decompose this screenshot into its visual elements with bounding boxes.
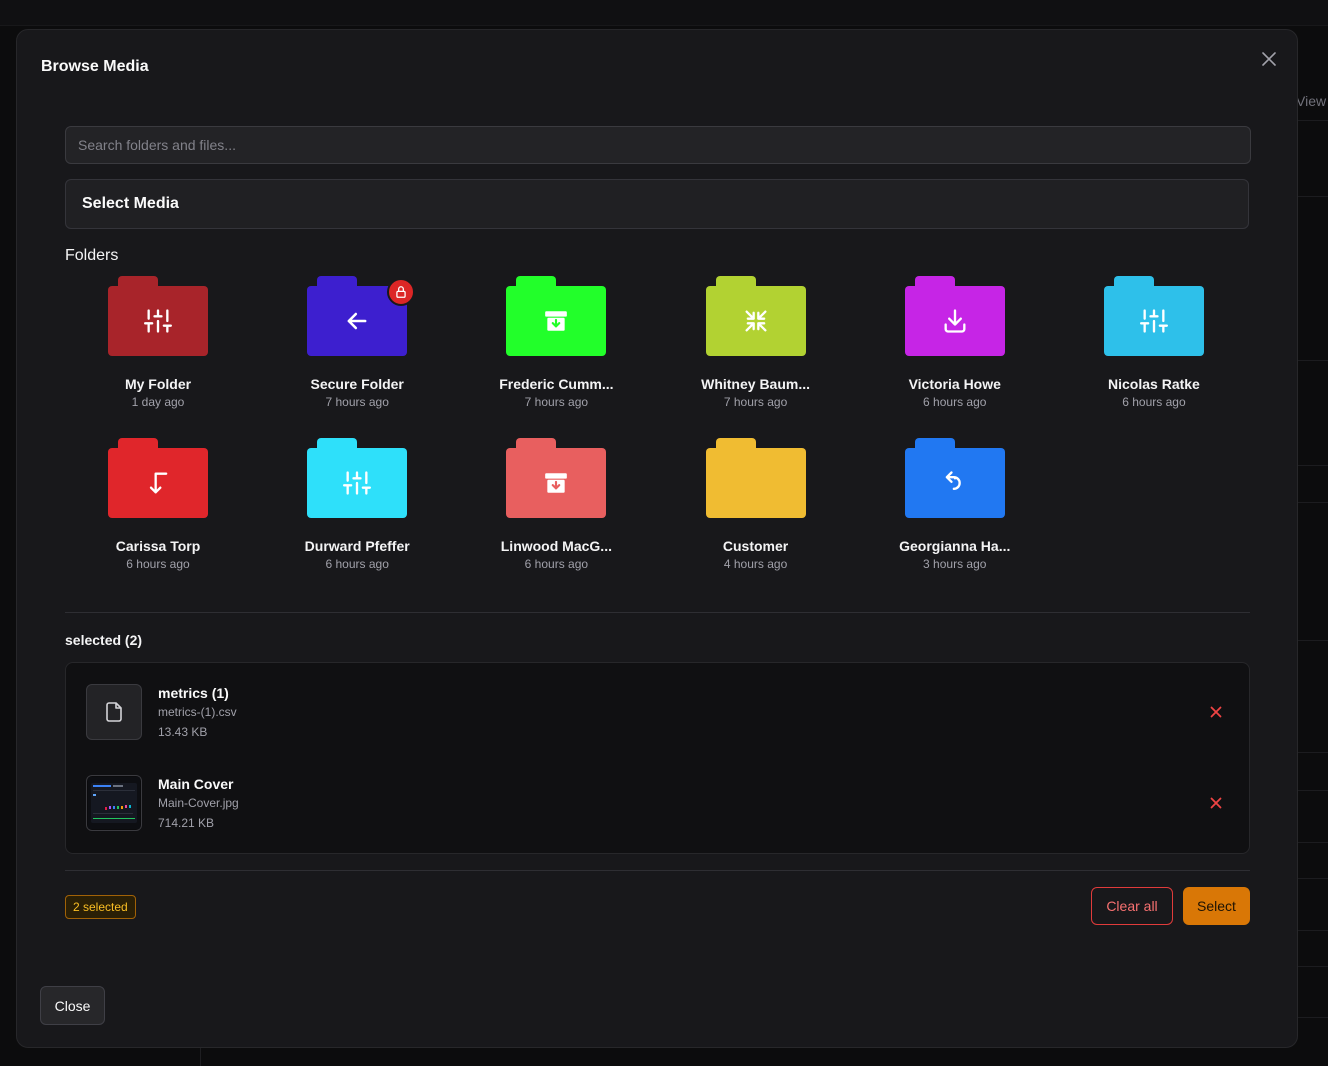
folder-time: 6 hours ago: [524, 557, 589, 571]
background-divider: [1298, 1017, 1328, 1018]
background-view-label: View: [1296, 93, 1327, 109]
clear-all-button[interactable]: Clear all: [1091, 887, 1173, 925]
background-divider: [1298, 878, 1328, 879]
browse-media-modal: Browse Media Select Media Folders My Fol…: [16, 29, 1298, 1048]
file-icon: [86, 684, 142, 740]
search-input[interactable]: [65, 126, 1251, 164]
selected-count-badge: 2 selected: [65, 895, 136, 919]
arrow-left-icon: [347, 312, 367, 330]
folder-time: 7 hours ago: [524, 395, 589, 409]
selected-item: metrics (1) metrics-(1).csv 13.43 KB: [86, 684, 1226, 744]
folder-time: 1 day ago: [131, 395, 185, 409]
folder-name: Customer: [722, 538, 789, 554]
selected-list: metrics (1) metrics-(1).csv 13.43 KB Mai…: [65, 662, 1250, 854]
sliders-icon: [343, 471, 372, 495]
section-divider: [65, 870, 1250, 871]
selected-item-title: metrics (1): [158, 685, 229, 701]
background-divider: [1298, 465, 1328, 466]
folders-heading: Folders: [65, 247, 119, 264]
folder-time: 6 hours ago: [126, 557, 190, 571]
section-divider: [65, 612, 1250, 613]
folder-name: Frederic Cumm...: [499, 376, 614, 392]
corner-down-left-icon: [149, 472, 168, 494]
folder-item[interactable]: Nicolas Ratke 6 hours ago: [1061, 276, 1247, 438]
selected-item-filename: Main-Cover.jpg: [158, 796, 239, 810]
background-divider: [1298, 120, 1328, 121]
background-divider: [1298, 966, 1328, 967]
folder-item[interactable]: Whitney Baum... 7 hours ago: [663, 276, 849, 438]
background-divider: [1298, 790, 1328, 791]
modal-title: Browse Media: [41, 58, 149, 75]
folder-item[interactable]: Carissa Torp 6 hours ago: [65, 438, 251, 600]
folder-item[interactable]: Georgianna Ha... 3 hours ago: [862, 438, 1048, 600]
folder-icon: [705, 438, 806, 518]
background-divider: [1298, 842, 1328, 843]
close-button[interactable]: Close: [40, 986, 105, 1025]
background-divider: [1298, 502, 1328, 503]
folder-time: 4 hours ago: [723, 557, 788, 571]
folder-grid: My Folder 1 day ago Secure Folder 7 hour…: [65, 276, 1251, 600]
folder-name: Linwood MacG...: [500, 538, 612, 554]
selected-item-size: 13.43 KB: [158, 725, 208, 739]
folder-icon: [705, 276, 806, 356]
folder-name: My Folder: [124, 376, 192, 392]
background-divider: [1298, 930, 1328, 931]
background-divider: [1298, 752, 1328, 753]
folder-icon: [307, 438, 408, 518]
folder-time: 7 hours ago: [723, 395, 788, 409]
folder-name: Victoria Howe: [908, 376, 1001, 392]
image-thumbnail: [86, 775, 142, 831]
folder-icon: [108, 276, 208, 356]
folder-icon: [904, 276, 1005, 356]
folder-item[interactable]: Frederic Cumm... 7 hours ago: [463, 276, 649, 438]
folder-item[interactable]: My Folder 1 day ago: [65, 276, 251, 438]
lock-icon: [387, 278, 416, 306]
folder-item[interactable]: Secure Folder 7 hours ago: [264, 276, 450, 438]
close-icon[interactable]: [1259, 49, 1279, 69]
remove-icon[interactable]: [1208, 795, 1224, 811]
folder-icon: [506, 438, 607, 518]
selected-heading: selected (2): [65, 632, 143, 648]
selected-item-size: 714.21 KB: [158, 816, 215, 830]
folder-time: 6 hours ago: [1122, 395, 1186, 409]
folder-item[interactable]: Linwood MacG... 6 hours ago: [463, 438, 649, 600]
selected-item: Main Cover Main-Cover.jpg 714.21 KB: [86, 775, 1226, 835]
background-topbar: [0, 0, 1328, 26]
folder-icon: [108, 438, 208, 518]
folder-item[interactable]: Customer 4 hours ago: [663, 438, 849, 600]
folder-icon: [307, 276, 416, 356]
folder-name: Durward Pfeffer: [304, 538, 410, 554]
folder-time: 6 hours ago: [923, 395, 987, 409]
folder-item[interactable]: Durward Pfeffer 6 hours ago: [264, 438, 450, 600]
background-sidebar-edge: [200, 1046, 201, 1066]
sliders-icon: [144, 309, 172, 333]
folder-name: Whitney Baum...: [701, 376, 811, 392]
background-divider: [1298, 640, 1328, 641]
select-media-header[interactable]: Select Media: [65, 179, 1249, 229]
folder-icon: [506, 276, 607, 356]
sliders-icon: [1139, 309, 1168, 333]
selected-item-title: Main Cover: [158, 776, 234, 792]
folder-icon: [904, 438, 1005, 518]
remove-icon[interactable]: [1208, 704, 1224, 720]
select-media-label: Select Media: [82, 195, 179, 212]
folder-item[interactable]: Victoria Howe 6 hours ago: [862, 276, 1048, 438]
corner-up-icon: [945, 471, 961, 490]
folder-time: 3 hours ago: [923, 557, 987, 571]
folder-name: Secure Folder: [310, 376, 404, 392]
shrink-icon: [745, 310, 767, 332]
archive-icon: [545, 311, 568, 331]
folder-name: Carissa Torp: [115, 538, 201, 554]
archive-icon: [545, 473, 568, 493]
folder-name: Nicolas Ratke: [1108, 376, 1200, 392]
select-button[interactable]: Select: [1183, 887, 1250, 925]
selected-item-filename: metrics-(1).csv: [158, 705, 237, 719]
background-divider: [1298, 360, 1328, 361]
folder-time: 6 hours ago: [325, 557, 389, 571]
folder-icon: [1103, 276, 1204, 356]
download-icon: [944, 309, 966, 333]
background-divider: [1298, 196, 1328, 197]
folder-name: Georgianna Ha...: [899, 538, 1011, 554]
folder-time: 7 hours ago: [325, 395, 389, 409]
